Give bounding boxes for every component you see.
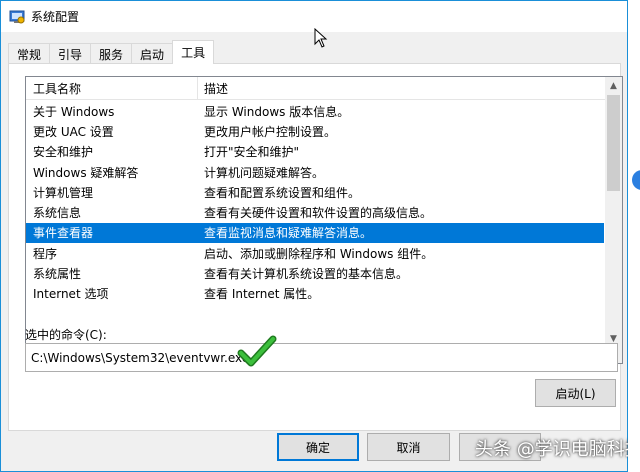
list-row[interactable]: 系统信息 查看有关硬件设置和软件设置的高级信息。: [26, 202, 604, 222]
list-row[interactable]: Internet 选项 查看 Internet 属性。: [26, 284, 604, 304]
tool-name: 计算机管理: [33, 185, 94, 200]
tab-label: 启动: [140, 47, 165, 62]
tab-boot[interactable]: 引导: [49, 43, 92, 64]
tab-label: 服务: [99, 47, 124, 62]
launch-button[interactable]: 启动(L): [535, 379, 616, 407]
tab-services[interactable]: 服务: [90, 43, 133, 64]
list-row[interactable]: 关于 Windows 显示 Windows 版本信息。: [26, 101, 604, 121]
system-config-window: 系统配置 常规 引导 服务 启动 工具 工具名称 描述 关于 Windows 显示…: [0, 0, 640, 472]
list-row[interactable]: 计算机管理 查看和配置系统设置和组件。: [26, 182, 604, 202]
tools-list[interactable]: 工具名称 描述 关于 Windows 显示 Windows 版本信息。 更改 UA…: [25, 76, 623, 364]
list-row[interactable]: 安全和维护 打开"安全和维护": [26, 142, 604, 162]
tab-startup[interactable]: 启动: [131, 43, 174, 64]
selected-command-field[interactable]: C:\Windows\System32\eventvwr.exe: [25, 343, 618, 372]
tool-description: 查看有关计算机系统设置的基本信息。: [204, 267, 409, 282]
tool-name: 系统信息: [33, 206, 82, 221]
window-title: 系统配置: [31, 10, 80, 24]
list-rows: 关于 Windows 显示 Windows 版本信息。 更改 UAC 设置 更改用户…: [26, 101, 604, 304]
tool-name: 更改 UAC 设置: [33, 124, 114, 139]
vertical-scroll-thumb[interactable]: [607, 95, 620, 191]
tab-label: 常规: [17, 47, 42, 62]
tool-description: 计算机问题疑难解答。: [204, 165, 325, 180]
vertical-scrollbar[interactable]: ▲ ▼: [605, 77, 622, 347]
scroll-up-icon[interactable]: ▲: [605, 77, 622, 94]
tool-description: 更改用户帐户控制设置。: [204, 124, 337, 139]
checkmark-icon: [237, 335, 277, 367]
tool-name: 程序: [33, 246, 58, 261]
system-config-icon: [9, 10, 25, 23]
selected-command-label: 选中的命令(C):: [25, 328, 107, 342]
list-row-selected[interactable]: 事件查看器 查看监视消息和疑难解答消息。: [26, 222, 604, 244]
tool-name: 关于 Windows: [33, 104, 115, 119]
list-row[interactable]: 程序 启动、添加或删除程序和 Windows 组件。: [26, 243, 604, 263]
watermark: 头条 @学识电脑科技: [475, 439, 640, 460]
tool-name: 安全和维护: [33, 145, 94, 160]
mouse-cursor-icon: [314, 28, 328, 48]
tab-general[interactable]: 常规: [8, 43, 51, 64]
cancel-button[interactable]: 取消: [367, 433, 450, 461]
header-tool-name[interactable]: 工具名称: [26, 77, 198, 99]
tool-description: 查看 Internet 属性。: [204, 287, 320, 302]
tab-strip: 常规 引导 服务 启动 工具: [8, 40, 215, 64]
tool-description: 打开"安全和维护": [204, 145, 300, 160]
list-row[interactable]: 更改 UAC 设置 更改用户帐户控制设置。: [26, 121, 604, 141]
tool-description: 显示 Windows 版本信息。: [204, 104, 350, 119]
list-row[interactable]: Windows 疑难解答 计算机问题疑难解答。: [26, 162, 604, 182]
tool-name: Internet 选项: [33, 287, 109, 302]
tab-label: 工具: [181, 46, 206, 60]
tool-description: 查看有关硬件设置和软件设置的高级信息。: [204, 206, 433, 221]
tool-name: 系统属性: [33, 267, 82, 282]
header-description[interactable]: 描述: [198, 77, 622, 99]
tool-name: Windows 疑难解答: [33, 165, 139, 180]
tool-name: 事件查看器: [33, 226, 94, 241]
tool-description: 启动、添加或删除程序和 Windows 组件。: [204, 246, 434, 261]
tab-tools[interactable]: 工具: [172, 40, 215, 64]
tool-description: 查看监视消息和疑难解答消息。: [204, 226, 373, 241]
tool-description: 查看和配置系统设置和组件。: [204, 185, 361, 200]
list-row[interactable]: 系统属性 查看有关计算机系统设置的基本信息。: [26, 263, 604, 283]
tools-panel: 工具名称 描述 关于 Windows 显示 Windows 版本信息。 更改 UA…: [8, 63, 623, 431]
tab-label: 引导: [58, 47, 83, 62]
background-strip: [628, 0, 640, 472]
selected-command-value: C:\Windows\System32\eventvwr.exe: [31, 350, 250, 365]
list-header: 工具名称 描述: [26, 77, 622, 100]
ok-button[interactable]: 确定: [277, 433, 359, 461]
